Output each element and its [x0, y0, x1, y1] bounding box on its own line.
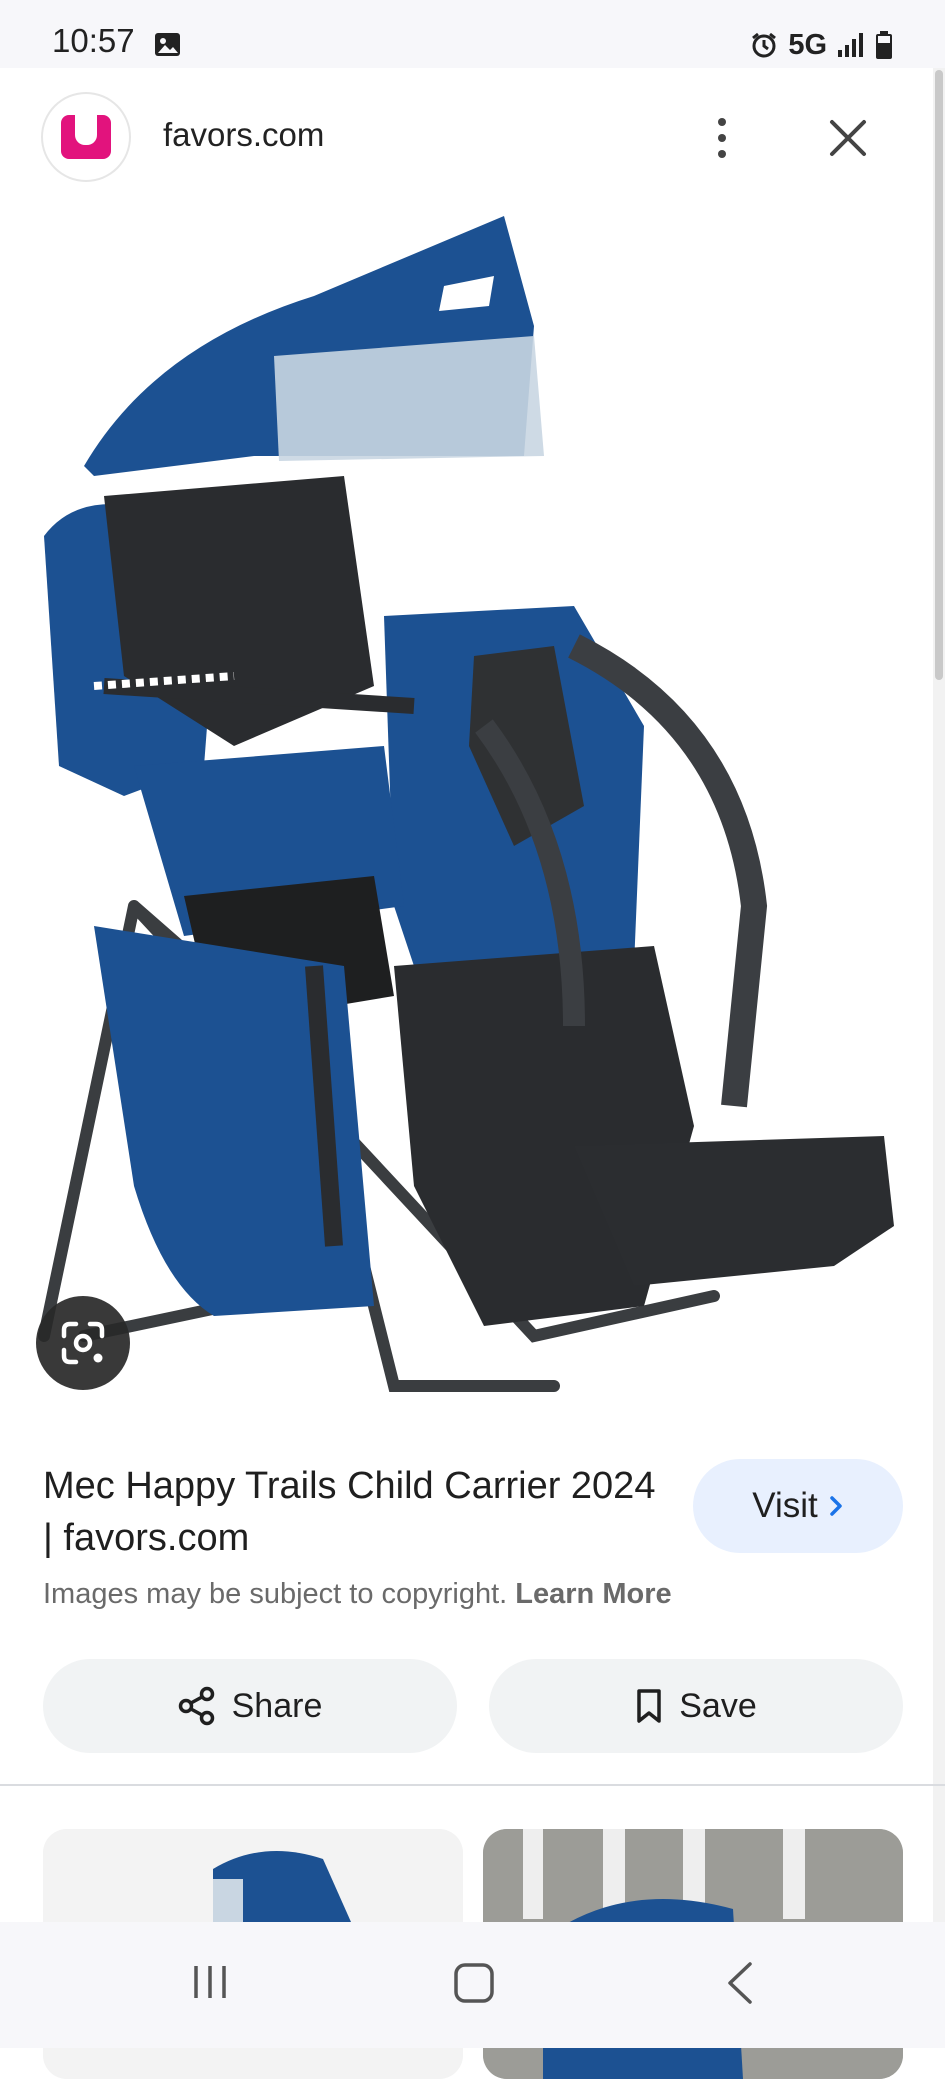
share-button[interactable]: Share [43, 1659, 457, 1753]
chevron-right-icon [830, 1496, 842, 1516]
product-image[interactable] [14, 206, 933, 1426]
back-icon[interactable] [722, 1960, 758, 2006]
result-title[interactable]: Mec Happy Trails Child Carrier 2024 | fa… [43, 1460, 663, 1564]
copyright-text: Images may be subject to copyright. [43, 1578, 508, 1610]
scrollbar[interactable] [933, 68, 945, 1928]
visit-label: Visit [752, 1486, 818, 1525]
photo-icon [155, 33, 180, 56]
google-lens-icon [61, 1321, 105, 1365]
viewer-top-bar: favors.com [0, 68, 933, 206]
network-type: 5G [788, 28, 827, 61]
copyright-notice: Images may be subject to copyright. Lear… [43, 1578, 672, 1611]
site-logo-mark [61, 115, 111, 159]
status-bar: 10:57 5G [0, 0, 945, 68]
share-icon [178, 1686, 214, 1726]
close-icon[interactable] [822, 112, 874, 164]
google-lens-button[interactable] [36, 1296, 130, 1390]
visit-button[interactable]: Visit [693, 1459, 903, 1553]
learn-more-link[interactable]: Learn More [515, 1578, 671, 1610]
site-logo[interactable] [43, 94, 129, 180]
system-nav-bar [0, 1922, 945, 2048]
site-domain[interactable]: favors.com [163, 116, 324, 154]
recents-icon[interactable] [190, 1962, 230, 2002]
alarm-icon [752, 32, 777, 58]
signal-icon [838, 33, 863, 57]
child-carrier-image [14, 206, 933, 1426]
home-icon[interactable] [453, 1962, 495, 2004]
battery-icon [876, 31, 892, 59]
scrollbar-thumb[interactable] [935, 70, 943, 680]
status-time: 10:57 [52, 22, 135, 59]
more-vert-icon[interactable] [702, 110, 742, 166]
share-label: Share [231, 1686, 323, 1725]
save-label: Save [679, 1686, 757, 1725]
divider [0, 1784, 945, 1786]
bookmark-icon [637, 1689, 661, 1723]
save-button[interactable]: Save [489, 1659, 903, 1753]
status-icons: 5G [750, 25, 893, 65]
